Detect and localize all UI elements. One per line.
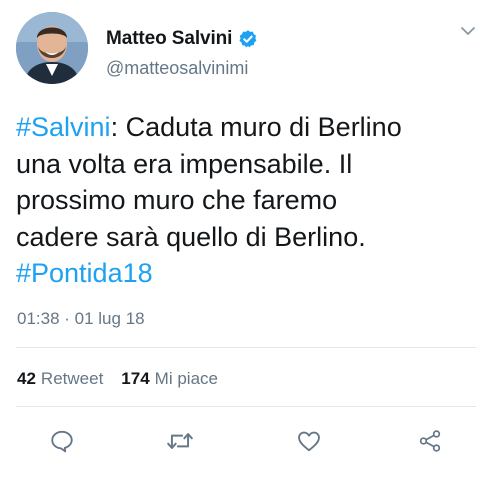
tweet-text-segment: cadere sarà quello di Berlino.	[16, 221, 366, 252]
share-icon	[419, 430, 441, 452]
retweets-label: Retweet	[40, 369, 104, 388]
name-row: Matteo Salvini	[106, 28, 258, 50]
tweet-text: #Salvini: Caduta muro di Berlino una volt…	[16, 109, 486, 292]
reply-button[interactable]	[47, 426, 77, 456]
tweet-text-segment: una volta era impensabile. Il	[16, 148, 353, 179]
retweets-stat[interactable]: 42 Retweet	[17, 369, 103, 389]
display-name[interactable]: Matteo Salvini	[106, 28, 232, 50]
heart-icon	[298, 431, 320, 452]
avatar[interactable]	[16, 12, 88, 84]
likes-count: 174	[121, 369, 150, 388]
likes-stat[interactable]: 174 Mi piace	[121, 369, 218, 389]
divider	[16, 406, 476, 407]
tweet-text-line: #Pontida18	[16, 255, 486, 292]
reply-icon	[51, 430, 73, 453]
share-button[interactable]	[415, 426, 445, 456]
chevron-down-icon[interactable]	[458, 24, 478, 38]
hashtag-link[interactable]: #Salvini	[16, 112, 111, 142]
timestamp[interactable]: 01:38 · 01 lug 18	[17, 309, 145, 329]
tweet: Matteo Salvini @matteosalvinimi #Salvini…	[0, 0, 493, 480]
tweet-text-line: cadere sarà quello di Berlino.	[16, 219, 486, 256]
tweet-text-segment: : Caduta muro di Berlino	[110, 112, 402, 142]
author-info[interactable]: Matteo Salvini @matteosalvinimi	[106, 28, 258, 79]
engagement-stats: 42 Retweet 174 Mi piace	[17, 369, 218, 389]
tweet-text-segment: prossimo muro che faremo	[16, 185, 338, 215]
hashtag-link[interactable]: #Pontida18	[16, 258, 153, 288]
tweet-text-line: #Salvini: Caduta muro di Berlino	[16, 109, 486, 146]
tweet-text-line: una volta era impensabile. Il	[16, 146, 486, 183]
likes-label: Mi piace	[154, 369, 218, 388]
retweet-button[interactable]	[165, 426, 195, 456]
verified-badge-icon	[238, 29, 258, 49]
handle[interactable]: @matteosalvinimi	[106, 58, 258, 79]
like-button[interactable]	[294, 426, 324, 456]
tweet-text-line: prossimo muro che faremo	[16, 182, 486, 219]
retweet-icon	[167, 433, 193, 449]
retweets-count: 42	[17, 369, 36, 388]
divider	[16, 347, 476, 348]
